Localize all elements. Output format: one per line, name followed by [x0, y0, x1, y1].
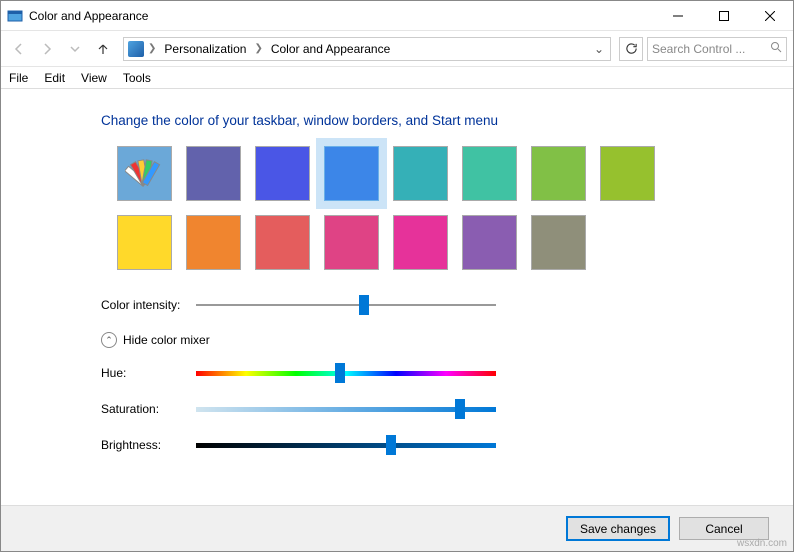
save-button[interactable]: Save changes	[567, 517, 669, 540]
breadcrumb[interactable]: ❯ Personalization ❯ Color and Appearance…	[123, 37, 611, 61]
saturation-label: Saturation:	[101, 402, 196, 416]
maximize-button[interactable]	[701, 1, 747, 31]
color-swatch[interactable]	[324, 215, 379, 270]
menu-edit[interactable]: Edit	[44, 71, 65, 85]
menu-tools[interactable]: Tools	[123, 71, 151, 85]
breadcrumb-color-appearance[interactable]: Color and Appearance	[267, 42, 394, 56]
cancel-button[interactable]: Cancel	[679, 517, 769, 540]
color-mixer-toggle[interactable]: ⌃ Hide color mixer	[101, 332, 793, 348]
refresh-button[interactable]	[619, 37, 643, 61]
saturation-slider[interactable]	[196, 400, 496, 418]
color-swatch[interactable]	[255, 215, 310, 270]
color-swatch[interactable]	[393, 215, 448, 270]
hue-slider[interactable]	[196, 364, 496, 382]
color-swatch[interactable]	[531, 146, 586, 201]
search-input[interactable]: Search Control ...	[647, 37, 787, 61]
mixer-label: Hide color mixer	[123, 333, 210, 347]
color-swatch[interactable]	[186, 215, 241, 270]
window-title: Color and Appearance	[29, 9, 655, 23]
chevron-right-icon: ❯	[252, 43, 264, 54]
watermark: wsxdn.com	[737, 538, 787, 549]
page-title: Change the color of your taskbar, window…	[101, 113, 793, 128]
forward-button[interactable]	[35, 37, 59, 61]
breadcrumb-dropdown-icon[interactable]: ⌄	[590, 42, 608, 56]
intensity-label: Color intensity:	[101, 298, 196, 312]
color-swatch[interactable]	[393, 146, 448, 201]
chevron-up-icon: ⌃	[101, 332, 117, 348]
search-icon	[770, 41, 782, 56]
menu-view[interactable]: View	[81, 71, 107, 85]
hue-label: Hue:	[101, 366, 196, 380]
color-swatch[interactable]	[462, 215, 517, 270]
breadcrumb-personalization[interactable]: Personalization	[160, 42, 250, 56]
chevron-right-icon: ❯	[146, 43, 158, 54]
brightness-label: Brightness:	[101, 438, 196, 452]
control-panel-icon	[128, 41, 144, 57]
search-placeholder: Search Control ...	[652, 42, 766, 56]
color-swatch[interactable]	[186, 146, 241, 201]
up-button[interactable]	[91, 37, 115, 61]
back-button[interactable]	[7, 37, 31, 61]
color-swatch[interactable]	[600, 146, 655, 201]
menu-file[interactable]: File	[9, 71, 28, 85]
app-icon	[7, 8, 23, 24]
color-swatch[interactable]	[531, 215, 586, 270]
close-button[interactable]	[747, 1, 793, 31]
brightness-slider[interactable]	[196, 436, 496, 454]
color-swatch[interactable]	[324, 146, 379, 201]
color-swatch[interactable]	[117, 215, 172, 270]
swatch-automatic[interactable]	[117, 146, 172, 201]
color-swatch[interactable]	[462, 146, 517, 201]
recent-dropdown[interactable]	[63, 37, 87, 61]
color-swatch[interactable]	[255, 146, 310, 201]
intensity-slider[interactable]	[196, 296, 496, 314]
minimize-button[interactable]	[655, 1, 701, 31]
